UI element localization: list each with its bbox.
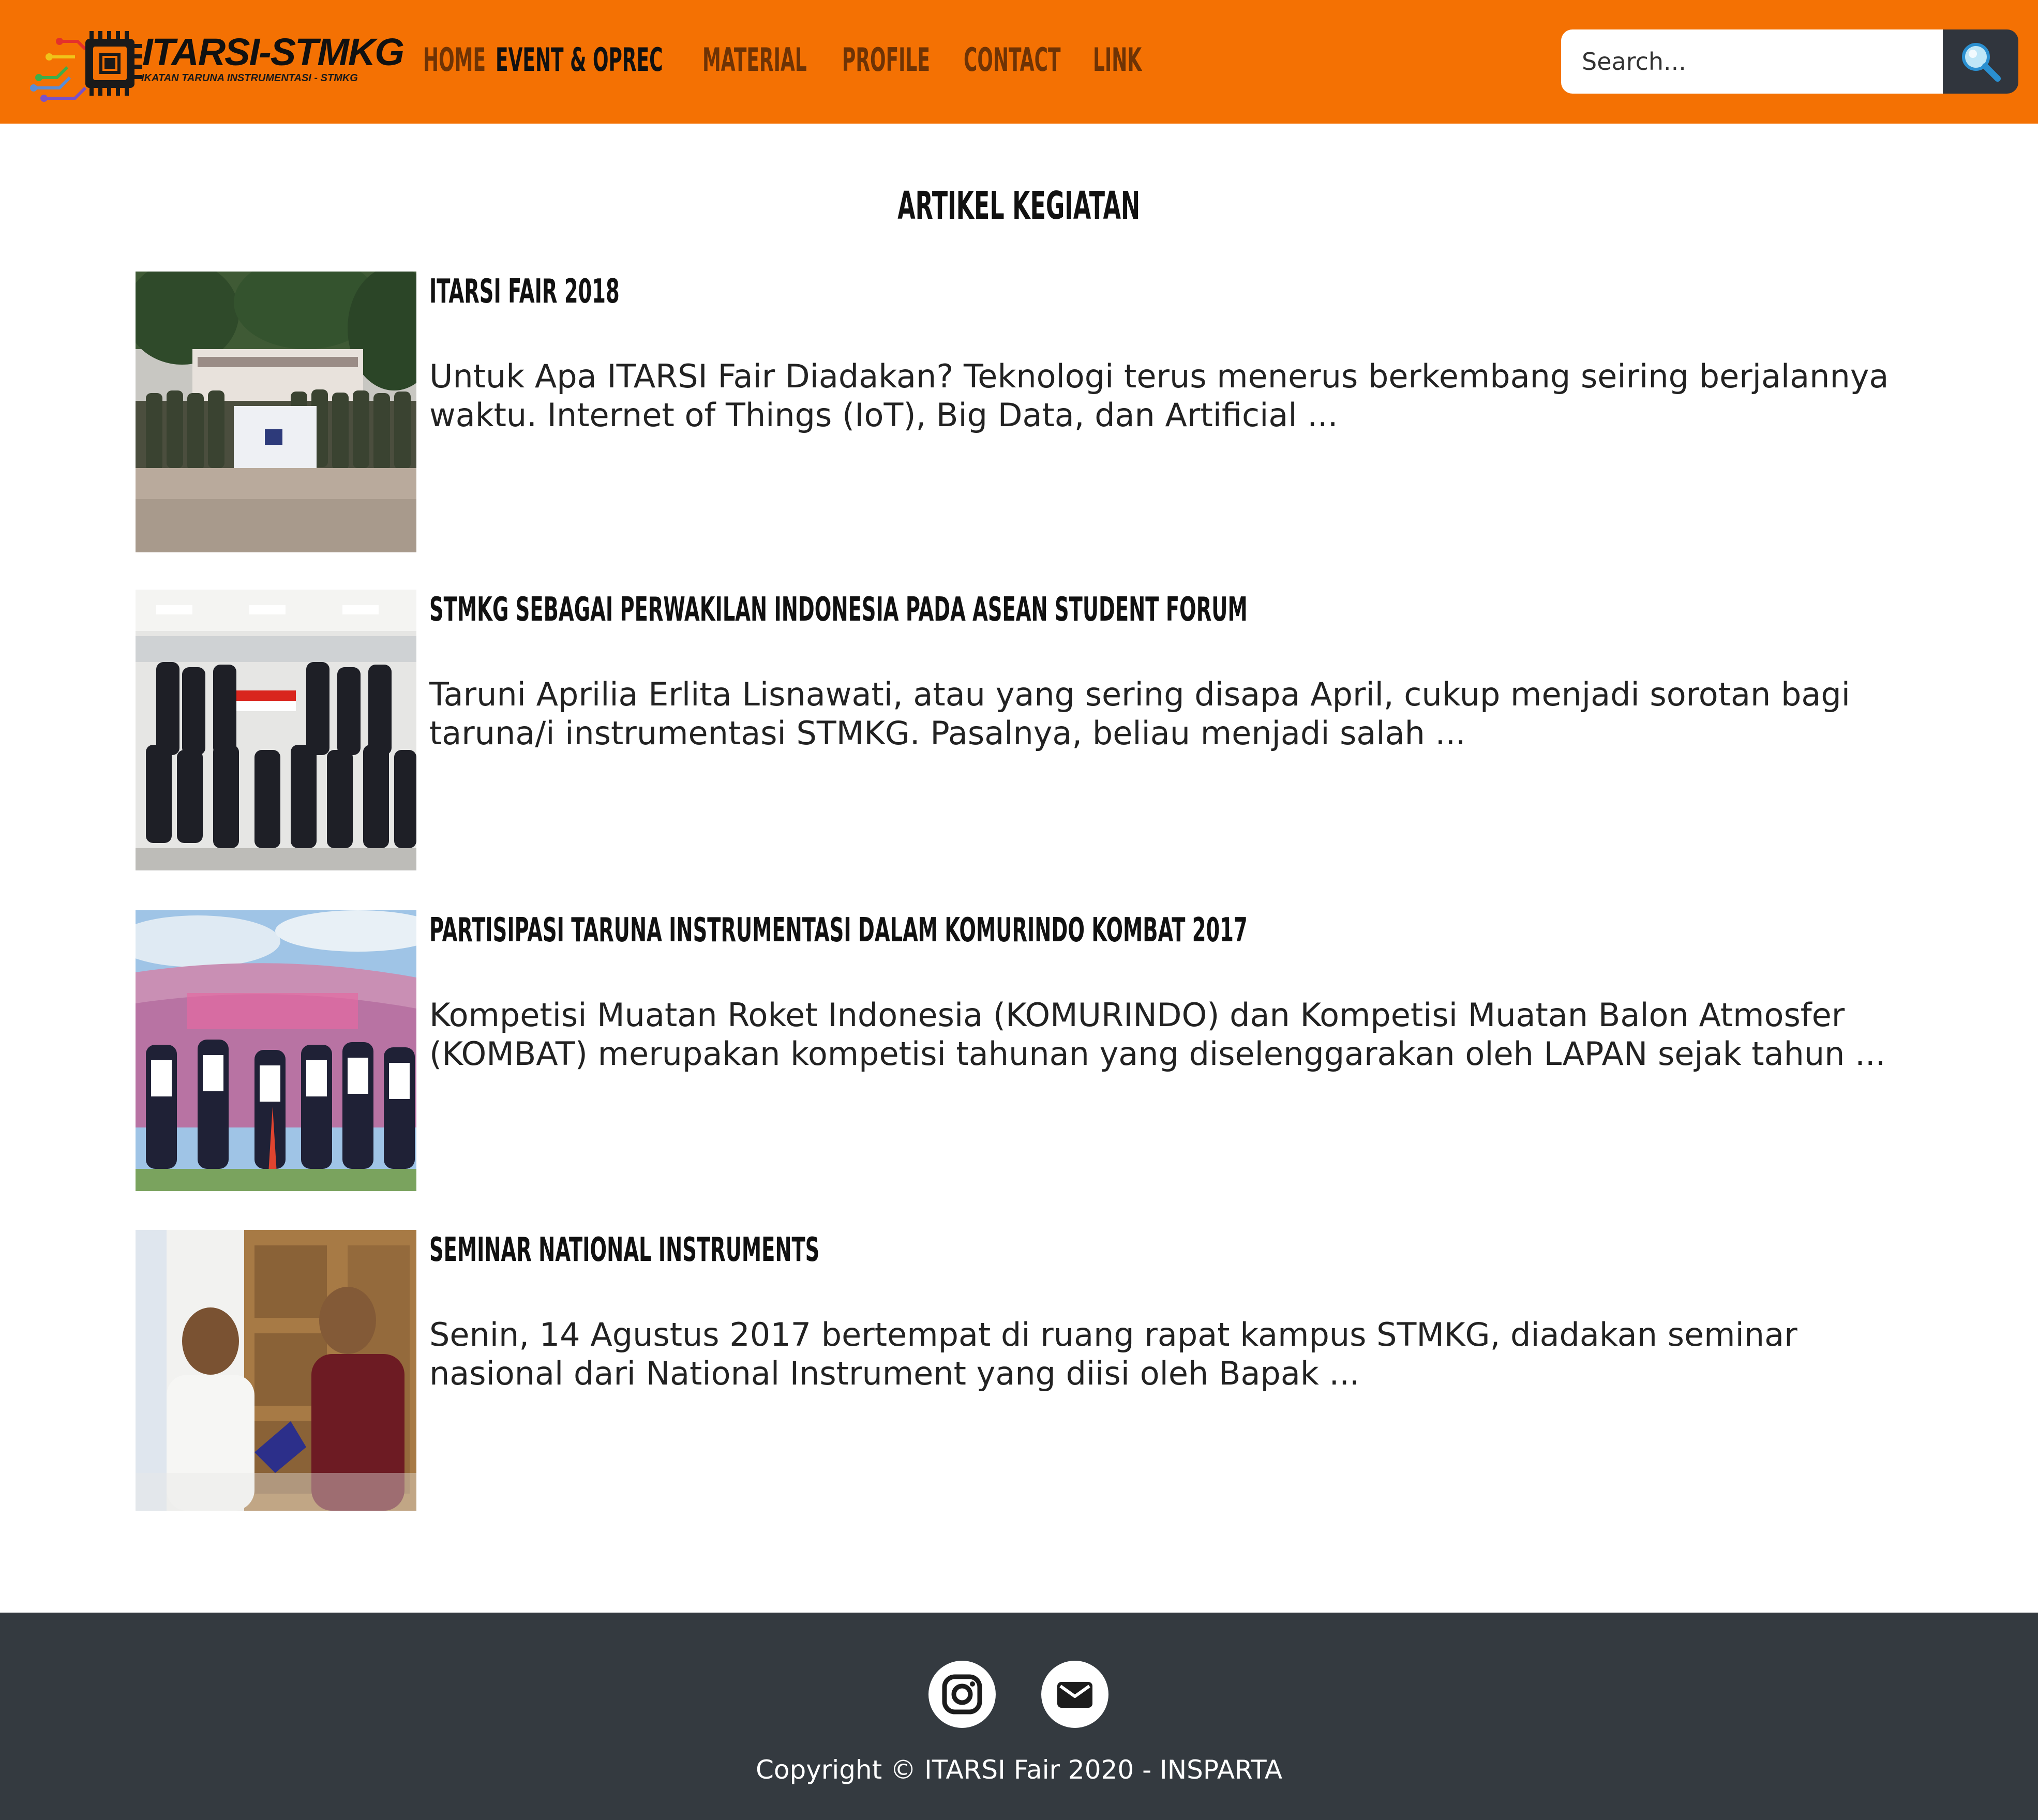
main-nav: HOME EVENT & OPREC MATERIAL PROFILE CONT… — [423, 31, 1160, 88]
search-icon — [1962, 43, 2001, 82]
article-thumbnail[interactable] — [136, 1230, 416, 1511]
section-title: ARTIKEL KEGIATAN — [897, 184, 1141, 228]
nav-item-link[interactable]: LINK — [1093, 41, 1160, 79]
nav-item-profile[interactable]: PROFILE — [842, 41, 964, 79]
copyright-text: Copyright © ITARSI Fair 2020 - INSPARTA — [755, 1755, 1283, 1785]
logo-title: ITARSI-STMKG — [142, 31, 404, 73]
nav-item-contact[interactable]: CONTACT — [964, 41, 1093, 79]
article-title[interactable]: SEMINAR NATIONAL INSTRUMENTS — [429, 1231, 819, 1269]
instagram-link[interactable] — [928, 1661, 996, 1728]
article-excerpt: Untuk Apa ITARSI Fair Diadakan? Teknolog… — [429, 357, 1889, 434]
article-title[interactable]: PARTISIPASI TARUNA INSTRUMENTASI DALAM K… — [429, 911, 1248, 950]
email-link[interactable] — [1041, 1661, 1108, 1728]
article-card: ITARSI FAIR 2018 Untuk Apa ITARSI Fair D… — [136, 272, 1946, 553]
article-thumbnail[interactable] — [136, 272, 416, 552]
instagram-icon — [942, 1674, 982, 1714]
article-excerpt: Senin, 14 Agustus 2017 bertempat di ruan… — [429, 1316, 1797, 1392]
site-header: ITARSI-STMKG IKATAN TARUNA INSTRUMENTASI… — [0, 0, 2038, 124]
mail-icon — [1057, 1682, 1092, 1708]
nav-item-home[interactable]: HOME — [423, 41, 496, 79]
article-thumbnail[interactable] — [136, 590, 416, 870]
nav-item-event-oprec[interactable]: EVENT & OPREC — [496, 41, 702, 79]
site-footer: Copyright © ITARSI Fair 2020 - INSPARTA — [0, 1613, 2038, 1820]
chip-logo-icon — [30, 31, 142, 102]
article-card: STMKG SEBAGAI PERWAKILAN INDONESIA PADA … — [136, 590, 1946, 871]
article-card: SEMINAR NATIONAL INSTRUMENTS Senin, 14 A… — [136, 1230, 1946, 1512]
article-card: PARTISIPASI TARUNA INSTRUMENTASI DALAM K… — [136, 910, 1946, 1192]
article-title[interactable]: ITARSI FAIR 2018 — [429, 273, 620, 311]
site-logo[interactable]: ITARSI-STMKG IKATAN TARUNA INSTRUMENTASI… — [28, 26, 404, 103]
article-excerpt: Kompetisi Muatan Roket Indonesia (KOMURI… — [429, 996, 1886, 1073]
article-title[interactable]: STMKG SEBAGAI PERWAKILAN INDONESIA PADA … — [429, 591, 1248, 629]
search-input[interactable] — [1582, 45, 1923, 78]
article-thumbnail[interactable] — [136, 910, 416, 1191]
nav-item-material[interactable]: MATERIAL — [702, 41, 842, 79]
search-button[interactable] — [1943, 29, 2018, 94]
logo-subtitle: IKATAN TARUNA INSTRUMENTASI - STMKG — [141, 72, 358, 84]
article-excerpt: Taruni Aprilia Erlita Lisnawati, atau ya… — [429, 675, 1850, 752]
search-box — [1561, 29, 1943, 94]
